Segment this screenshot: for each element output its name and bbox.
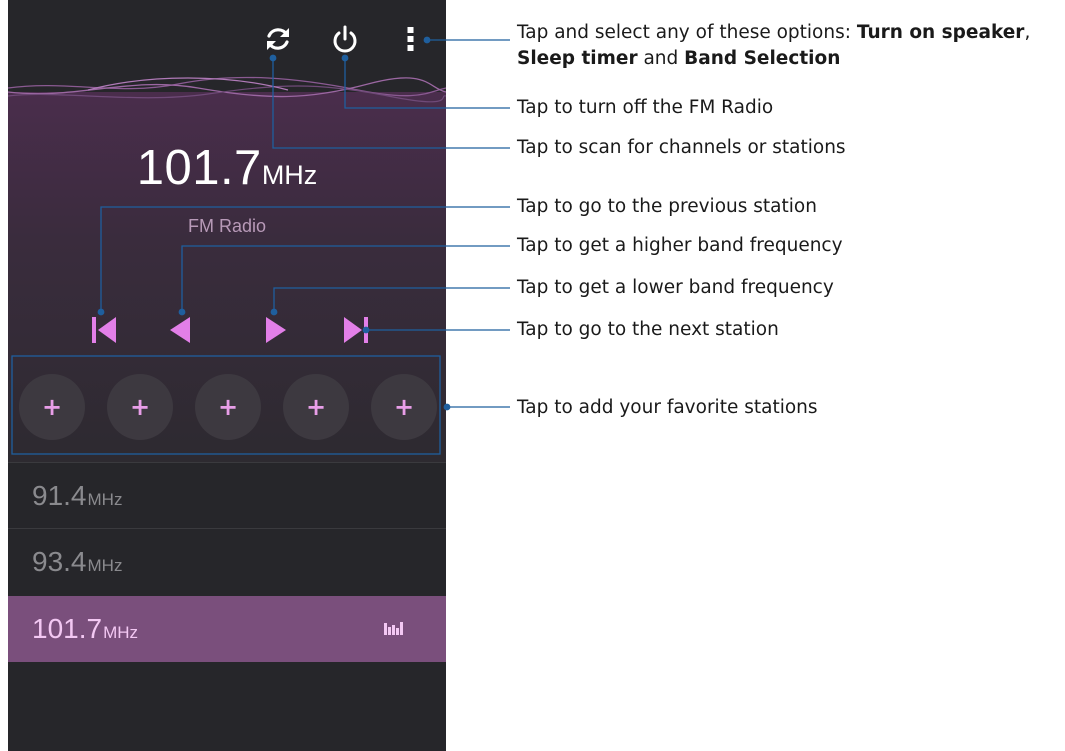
callout-power: Tap to turn off the FM Radio	[517, 97, 774, 118]
equalizer-icon	[384, 621, 406, 640]
station-list-item[interactable]: 91.4 MHz	[8, 462, 446, 528]
option-sleep-timer: Sleep timer	[517, 48, 638, 69]
skip-next-icon[interactable]	[338, 312, 374, 348]
favorite-slot-1[interactable]: +	[19, 374, 85, 440]
favorite-slot-3[interactable]: +	[195, 374, 261, 440]
frequency-unit: MHz	[261, 160, 318, 190]
station-frequency: 91.4	[32, 479, 87, 511]
more-vert-icon[interactable]	[404, 22, 418, 56]
option-turn-on-speaker: Turn on speaker	[856, 22, 1025, 43]
power-icon[interactable]	[330, 22, 360, 56]
annotated-screenshot: 101.7MHz FM Radio + + + + + 91.4 MHz 93.…	[0, 0, 1065, 751]
favorite-slot-4[interactable]: +	[283, 374, 349, 440]
wave-decoration	[8, 76, 446, 103]
station-list-item[interactable]: 93.4 MHz	[8, 528, 446, 594]
arrow-left-icon[interactable]	[162, 312, 198, 348]
current-frequency: 101.7MHz	[8, 140, 446, 196]
callout-next-station: Tap to go to the next station	[517, 319, 779, 340]
station-list-item-active[interactable]: 101.7 MHz	[8, 596, 446, 662]
option-band-selection: Band Selection	[684, 48, 841, 69]
callout-previous-station: Tap to go to the previous station	[517, 196, 817, 217]
station-frequency: 93.4	[32, 545, 87, 577]
callout-lower-band: Tap to get a lower band frequency	[517, 277, 834, 298]
frequency-value: 101.7	[136, 141, 262, 195]
band-label: FM Radio	[187, 216, 267, 236]
callout-scan: Tap to scan for channels or stations	[517, 137, 846, 158]
favorite-slot-5[interactable]: +	[371, 374, 437, 440]
fm-radio-screen: 101.7MHz FM Radio + + + + + 91.4 MHz 93.…	[8, 0, 446, 751]
skip-previous-icon[interactable]	[86, 312, 122, 348]
favorite-slot-2[interactable]: +	[107, 374, 173, 440]
callout-favorites: Tap to add your favorite stations	[517, 397, 818, 418]
station-frequency: 101.7	[32, 613, 103, 644]
station-unit: MHz	[87, 555, 123, 575]
arrow-right-icon[interactable]	[258, 312, 294, 348]
station-unit: MHz	[103, 623, 139, 642]
callout-higher-band: Tap to get a higher band frequency	[517, 235, 843, 256]
station-unit: MHz	[87, 489, 123, 509]
refresh-icon[interactable]	[263, 22, 293, 56]
callout-menu: Tap and select any of these options: Tur…	[517, 22, 1031, 69]
